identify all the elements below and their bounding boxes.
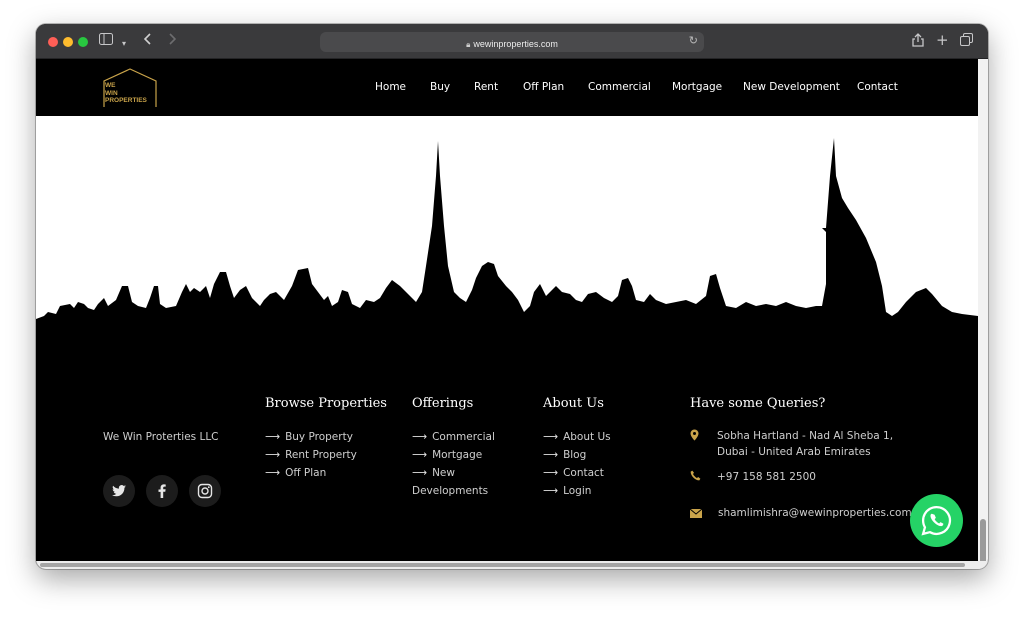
tab-overview-icon[interactable] (960, 33, 973, 51)
link-off-plan[interactable]: ⟶ Off Plan (265, 467, 326, 479)
link-buy-property[interactable]: ⟶ Buy Property (265, 431, 353, 443)
link-commercial[interactable]: ⟶ Commercial (412, 431, 495, 443)
forward-button[interactable] (168, 33, 177, 50)
arrow-right-icon: ⟶ (543, 449, 559, 461)
new-tab-icon[interactable]: + (936, 32, 949, 48)
reload-icon[interactable]: ↻ (689, 34, 698, 47)
link-new-developments-cont[interactable]: Developments (412, 485, 488, 497)
arrow-right-icon: ⟶ (412, 467, 428, 479)
page-viewport: WE WIN PROPERTIES Home Buy Rent Off Plan… (36, 59, 978, 561)
chevron-down-icon[interactable]: ▾ (122, 36, 126, 52)
nav-rent[interactable]: Rent (474, 81, 498, 93)
link-rent-property[interactable]: ⟶ Rent Property (265, 449, 357, 461)
envelope-icon (689, 508, 703, 521)
arrow-right-icon: ⟶ (265, 431, 281, 443)
email-address[interactable]: shamlimishra@wewinproperties.com (718, 505, 912, 521)
vertical-scrollbar[interactable] (978, 59, 988, 569)
browser-window: ▾ 🔒︎ wewinproperties.com ↻ + WE WIN PROP… (36, 24, 988, 569)
horizontal-scroll-thumb[interactable] (40, 563, 965, 567)
site-header: WE WIN PROPERTIES Home Buy Rent Off Plan… (36, 59, 978, 116)
back-button[interactable] (143, 33, 152, 50)
phone-icon (690, 470, 701, 484)
link-login[interactable]: ⟶ Login (543, 485, 591, 497)
sidebar-toggle-icon[interactable] (99, 33, 113, 50)
arrow-right-icon: ⟶ (265, 467, 281, 479)
nav-commercial[interactable]: Commercial (588, 81, 651, 93)
queries-title: Have some Queries? (690, 396, 826, 411)
link-contact[interactable]: ⟶ Contact (543, 467, 604, 479)
site-footer: We Win Proterties LLC Browse Properties … (36, 361, 978, 561)
twitter-button[interactable] (103, 475, 135, 507)
lock-icon: 🔒︎ (466, 40, 471, 49)
maximize-window-button[interactable] (78, 37, 88, 47)
nav-contact[interactable]: Contact (857, 81, 898, 93)
link-new-developments[interactable]: ⟶ New (412, 467, 455, 479)
nav-buy[interactable]: Buy (430, 81, 450, 93)
about-us-title: About Us (543, 396, 604, 411)
logo-text: WE WIN PROPERTIES (105, 82, 147, 104)
nav-home[interactable]: Home (375, 81, 406, 93)
offerings-title: Offerings (412, 396, 474, 411)
facebook-button[interactable] (146, 475, 178, 507)
phone-number[interactable]: +97 158 581 2500 (717, 469, 816, 485)
skyline-banner (36, 116, 978, 361)
facebook-icon (158, 484, 166, 498)
instagram-button[interactable] (189, 475, 221, 507)
map-pin-icon (690, 429, 699, 444)
browser-toolbar: ▾ 🔒︎ wewinproperties.com ↻ + (36, 24, 988, 59)
browse-properties-title: Browse Properties (265, 396, 387, 411)
nav-new-development[interactable]: New Development (743, 81, 840, 93)
company-name: We Win Proterties LLC (103, 431, 219, 443)
address-bar[interactable]: 🔒︎ wewinproperties.com ↻ (320, 32, 704, 52)
arrow-right-icon: ⟶ (543, 467, 559, 479)
arrow-right-icon: ⟶ (543, 431, 559, 443)
nav-off-plan[interactable]: Off Plan (523, 81, 564, 93)
dubai-skyline-image (36, 138, 978, 361)
site-logo[interactable]: WE WIN PROPERTIES (102, 67, 158, 109)
minimize-window-button[interactable] (63, 37, 73, 47)
link-blog[interactable]: ⟶ Blog (543, 449, 586, 461)
close-window-button[interactable] (48, 37, 58, 47)
whatsapp-button[interactable] (910, 494, 963, 547)
url-text: wewinproperties.com (473, 39, 558, 49)
instagram-icon (197, 483, 213, 499)
share-icon[interactable] (912, 33, 924, 52)
arrow-right-icon: ⟶ (412, 431, 428, 443)
link-about-us[interactable]: ⟶ About Us (543, 431, 611, 443)
office-address: Sobha Hartland - Nad Al Sheba 1, Dubai -… (717, 430, 894, 458)
whatsapp-icon (921, 505, 952, 536)
arrow-right-icon: ⟶ (412, 449, 428, 461)
twitter-icon (112, 485, 126, 497)
arrow-right-icon: ⟶ (265, 449, 281, 461)
horizontal-scrollbar[interactable] (36, 561, 988, 569)
arrow-right-icon: ⟶ (543, 485, 559, 497)
nav-mortgage[interactable]: Mortgage (672, 81, 722, 93)
link-mortgage[interactable]: ⟶ Mortgage (412, 449, 482, 461)
